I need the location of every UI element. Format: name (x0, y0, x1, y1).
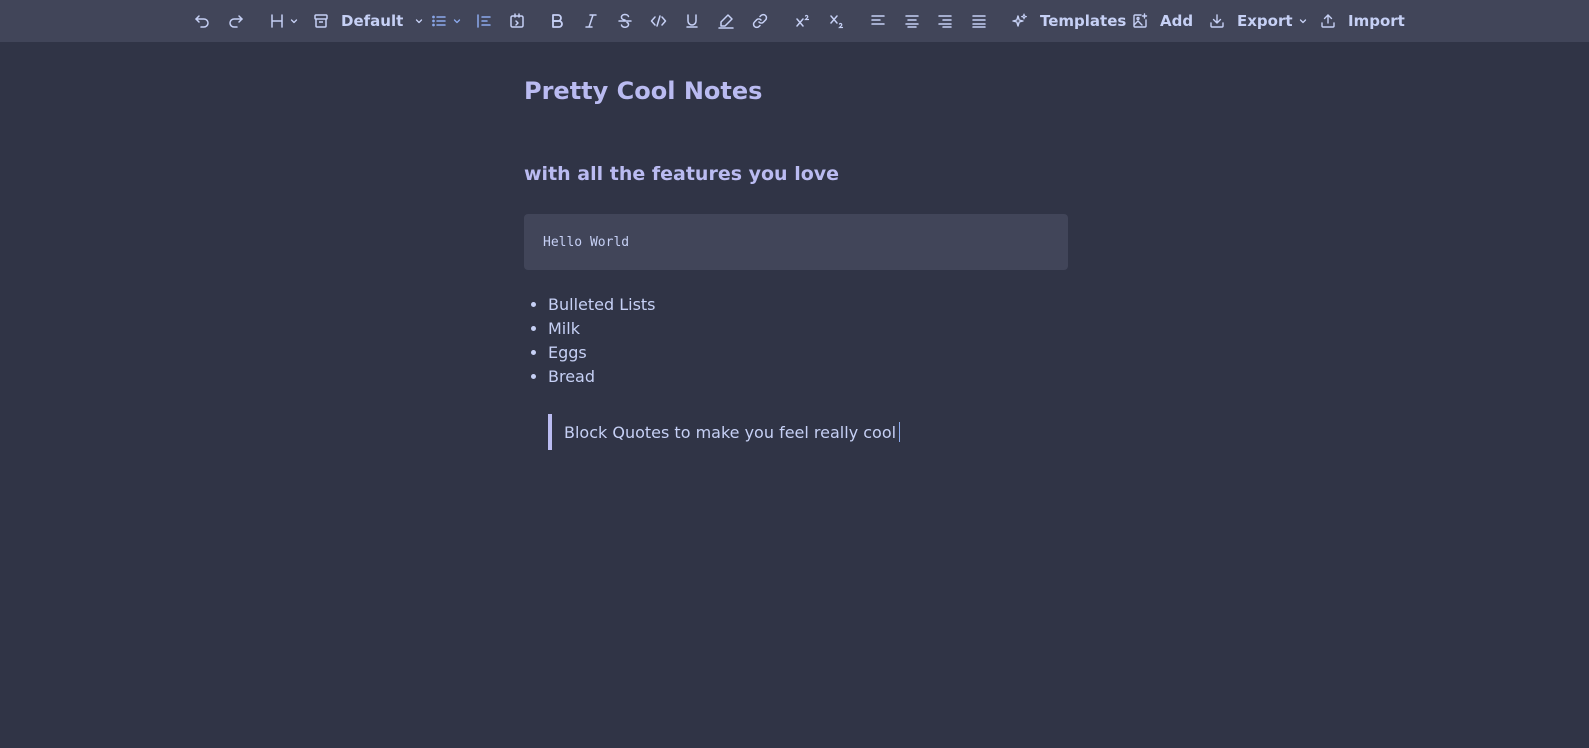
chevron-down-icon (290, 19, 298, 24)
code-block-button[interactable] (509, 0, 525, 42)
download-icon (1210, 14, 1224, 28)
link-button[interactable] (752, 0, 768, 42)
redo-icon (229, 15, 243, 28)
bold-button[interactable] (550, 0, 564, 42)
list-item[interactable]: Milk (548, 317, 656, 341)
bold-icon (552, 14, 563, 28)
align-justify-button[interactable] (971, 0, 987, 42)
templates-label: Templates (1040, 12, 1127, 30)
subscript-icon (830, 15, 844, 29)
import-button[interactable]: Import (1320, 0, 1405, 42)
sparkles-icon (1012, 13, 1027, 27)
upload-icon (1321, 14, 1335, 28)
code-block[interactable]: Hello World (524, 214, 1068, 270)
block-style-label: Default (341, 12, 404, 30)
align-justify-icon (972, 15, 986, 28)
image-add-icon (1133, 13, 1148, 28)
align-left-icon (871, 15, 885, 25)
undo-button[interactable] (194, 0, 210, 42)
templates-button[interactable]: Templates (1012, 0, 1126, 42)
list-item[interactable]: Bulleted Lists (548, 293, 656, 317)
undo-icon (195, 15, 209, 28)
align-right-button[interactable] (937, 0, 953, 42)
align-right-icon (938, 15, 952, 28)
link-icon (752, 13, 768, 29)
strikethrough-icon (618, 13, 632, 28)
add-label: Add (1160, 12, 1194, 30)
chevron-down-icon (416, 19, 423, 24)
align-left-button[interactable] (870, 0, 886, 42)
add-image-button[interactable]: Add (1132, 0, 1193, 42)
italic-icon (585, 14, 597, 28)
underline-icon (686, 14, 698, 28)
blockquote-icon (477, 14, 491, 28)
heading-dropdown[interactable] (270, 0, 298, 42)
align-center-button[interactable] (904, 0, 920, 42)
highlighter-icon (718, 14, 734, 29)
heading-icon (271, 14, 283, 28)
superscript-button[interactable] (795, 0, 811, 42)
archive-icon (314, 14, 328, 28)
chevron-down-icon (453, 19, 461, 24)
block-quote-text: Block Quotes to make you feel really coo… (564, 422, 897, 442)
editor-toolbar: Default Templates Add Export Import (0, 0, 1589, 42)
superscript-icon (796, 14, 810, 27)
code-block-text: Hello World (543, 234, 630, 250)
document-subtitle[interactable]: with all the features you love (524, 160, 839, 188)
strikethrough-button[interactable] (617, 0, 633, 42)
document-title[interactable]: Pretty Cool Notes (524, 74, 762, 108)
inline-code-button[interactable] (650, 0, 667, 42)
block-style-dropdown[interactable]: Default (313, 0, 423, 42)
italic-button[interactable] (584, 0, 598, 42)
highlight-button[interactable] (718, 0, 734, 42)
import-label: Import (1348, 12, 1405, 30)
underline-button[interactable] (685, 0, 699, 42)
code-icon (650, 15, 667, 27)
bullet-list-dropdown[interactable] (431, 0, 461, 42)
list-item[interactable]: Eggs (548, 341, 656, 365)
redo-button[interactable] (228, 0, 244, 42)
blockquote-button[interactable] (476, 0, 492, 42)
align-center-icon (905, 15, 919, 28)
bulleted-list[interactable]: Bulleted Lists Milk Eggs Bread (524, 293, 656, 389)
export-label: Export (1237, 12, 1293, 30)
code-block-icon (510, 13, 524, 28)
bullet-list-icon (432, 15, 446, 27)
list-item[interactable]: Bread (548, 365, 656, 389)
subscript-button[interactable] (829, 0, 845, 42)
text-cursor (899, 422, 901, 442)
block-quote[interactable]: Block Quotes to make you feel really coo… (548, 414, 901, 450)
chevron-down-icon (1299, 19, 1306, 24)
export-dropdown[interactable]: Export (1209, 0, 1307, 42)
